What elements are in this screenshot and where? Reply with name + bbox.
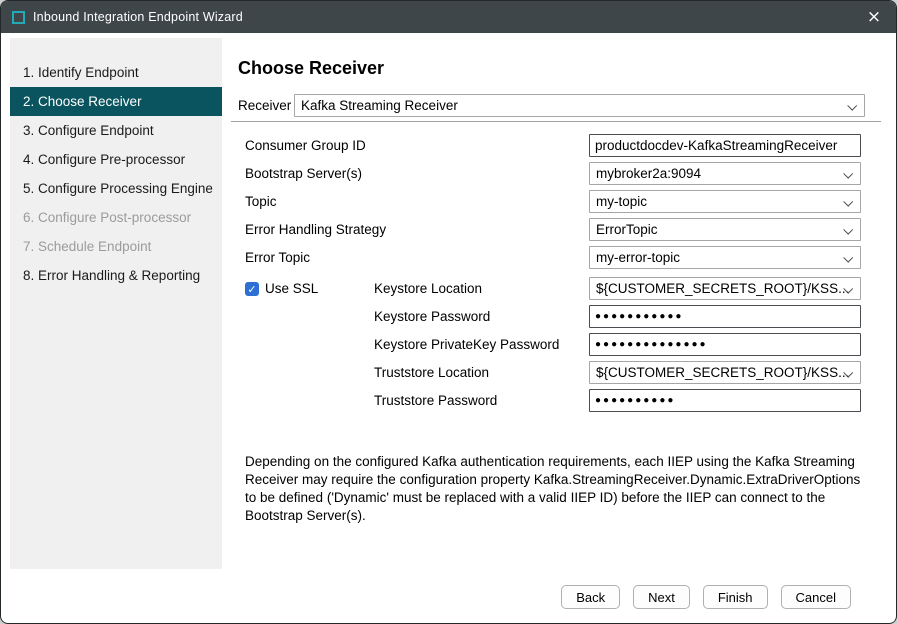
sidebar-item-identify-endpoint[interactable]: 1. Identify Endpoint — [10, 58, 222, 87]
chevron-down-icon — [843, 169, 853, 179]
form-row: Error Topic my-error-topic — [222, 246, 895, 269]
sidebar-item-configure-endpoint[interactable]: 3. Configure Endpoint — [10, 116, 222, 145]
keystore-password-input[interactable] — [589, 305, 861, 328]
wizard-window: Inbound Integration Endpoint Wizard × 1.… — [0, 0, 897, 624]
receiver-row: Receiver Kafka Streaming Receiver — [238, 94, 865, 117]
truststore-password-input[interactable] — [589, 389, 861, 412]
sidebar-item-configure-pre-processor[interactable]: 4. Configure Pre-processor — [10, 145, 222, 174]
back-button[interactable]: Back — [561, 585, 620, 609]
keystore-location-select[interactable]: ${CUSTOMER_SECRETS_ROOT}/KSS... — [589, 277, 861, 300]
section-separator — [231, 121, 881, 122]
truststore-password-label: Truststore Password — [374, 393, 497, 408]
keystore-location-value: ${CUSTOMER_SECRETS_ROOT}/KSS... — [596, 281, 849, 296]
page-title: Choose Receiver — [238, 58, 384, 79]
keystore-privatekey-password-label: Keystore PrivateKey Password — [374, 337, 559, 352]
sidebar-item-error-handling-reporting[interactable]: 8. Error Handling & Reporting — [10, 261, 222, 290]
use-ssl-label: Use SSL — [265, 281, 318, 296]
window-title: Inbound Integration Endpoint Wizard — [33, 10, 243, 24]
sidebar-item-configure-post-processor: 6. Configure Post-processor — [10, 203, 222, 232]
bootstrap-servers-select[interactable]: mybroker2a:9094 — [589, 162, 861, 185]
keystore-location-label: Keystore Location — [374, 281, 482, 296]
topic-value: my-topic — [596, 194, 647, 209]
error-topic-value: my-error-topic — [596, 250, 680, 265]
form-row: ✓ Use SSL Keystore Location ${CUSTOMER_S… — [222, 277, 895, 300]
truststore-location-label: Truststore Location — [374, 365, 489, 380]
keystore-privatekey-password-input[interactable] — [589, 333, 861, 356]
sidebar-item-choose-receiver[interactable]: 2. Choose Receiver — [10, 87, 222, 116]
chevron-down-icon — [843, 225, 853, 235]
close-icon: × — [867, 7, 881, 27]
bootstrap-servers-label: Bootstrap Server(s) — [245, 166, 362, 181]
cancel-button[interactable]: Cancel — [781, 585, 851, 609]
use-ssl-checkbox[interactable]: ✓ Use SSL — [245, 281, 318, 296]
form-row: Keystore Password — [222, 305, 895, 328]
sidebar-item-configure-processing-engine[interactable]: 5. Configure Processing Engine — [10, 174, 222, 203]
topic-select[interactable]: my-topic — [589, 190, 861, 213]
chevron-down-icon — [843, 197, 853, 207]
info-note: Depending on the configured Kafka authen… — [245, 453, 870, 525]
consumer-group-id-label: Consumer Group ID — [245, 138, 366, 153]
sidebar-item-schedule-endpoint: 7. Schedule Endpoint — [10, 232, 222, 261]
finish-button[interactable]: Finish — [703, 585, 768, 609]
consumer-group-id-input[interactable] — [589, 134, 861, 157]
receiver-label: Receiver — [238, 98, 294, 113]
steps-sidebar: 1. Identify Endpoint 2. Choose Receiver … — [10, 38, 222, 569]
receiver-select[interactable]: Kafka Streaming Receiver — [294, 94, 865, 117]
form-row: Keystore PrivateKey Password — [222, 333, 895, 356]
error-topic-select[interactable]: my-error-topic — [589, 246, 861, 269]
chevron-down-icon — [847, 101, 857, 111]
form-row: Error Handling Strategy ErrorTopic — [222, 218, 895, 241]
chevron-down-icon — [843, 253, 853, 263]
error-handling-strategy-label: Error Handling Strategy — [245, 222, 386, 237]
main-content: Choose Receiver Receiver Kafka Streaming… — [222, 33, 895, 622]
bootstrap-servers-value: mybroker2a:9094 — [596, 166, 701, 181]
next-button[interactable]: Next — [633, 585, 690, 609]
form-row: Truststore Password — [222, 389, 895, 412]
error-topic-label: Error Topic — [245, 250, 310, 265]
topic-label: Topic — [245, 194, 277, 209]
form-row: Consumer Group ID — [222, 134, 895, 157]
error-handling-strategy-value: ErrorTopic — [596, 222, 658, 237]
keystore-password-label: Keystore Password — [374, 309, 490, 324]
form-row: Bootstrap Server(s) mybroker2a:9094 — [222, 162, 895, 185]
error-handling-strategy-select[interactable]: ErrorTopic — [589, 218, 861, 241]
truststore-location-value: ${CUSTOMER_SECRETS_ROOT}/KSS... — [596, 365, 849, 380]
checkbox-check-icon: ✓ — [245, 282, 259, 296]
wizard-app-icon — [12, 11, 25, 24]
close-button[interactable]: × — [852, 1, 896, 33]
dialog-button-row: Back Next Finish Cancel — [561, 585, 851, 609]
form-row: Truststore Location ${CUSTOMER_SECRETS_R… — [222, 361, 895, 384]
titlebar: Inbound Integration Endpoint Wizard × — [1, 1, 896, 33]
truststore-location-select[interactable]: ${CUSTOMER_SECRETS_ROOT}/KSS... — [589, 361, 861, 384]
receiver-selected-value: Kafka Streaming Receiver — [301, 98, 458, 113]
form-row: Topic my-topic — [222, 190, 895, 213]
